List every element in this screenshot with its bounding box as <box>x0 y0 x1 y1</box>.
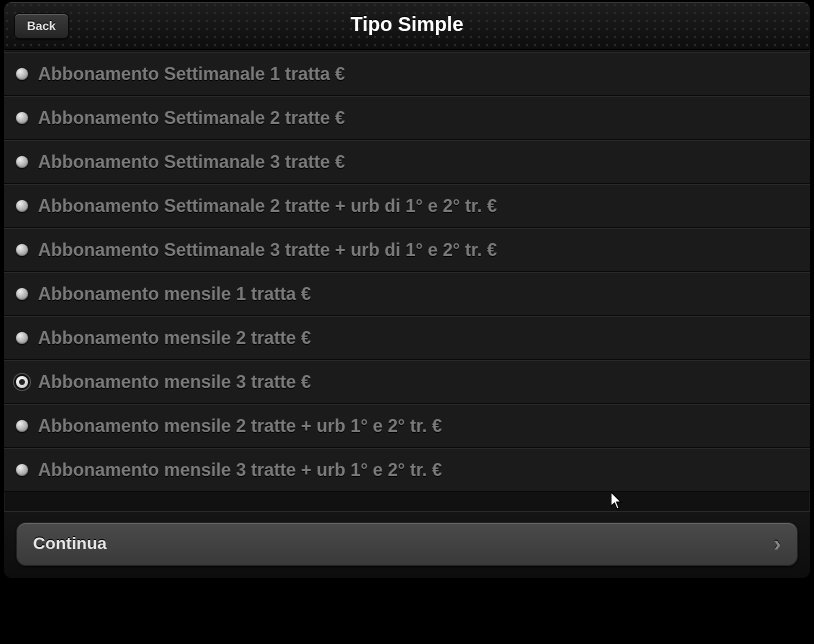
radio-icon <box>16 288 28 300</box>
option-label: Abbonamento Settimanale 3 tratte € <box>38 152 345 173</box>
footer-bar: Continua › <box>4 511 810 578</box>
chevron-right-icon: › <box>774 531 781 557</box>
header-bar: Back Tipo Simple <box>4 2 810 50</box>
option-row[interactable]: Abbonamento mensile 2 tratte € <box>4 316 810 360</box>
page-title: Tipo Simple <box>351 14 464 37</box>
back-button[interactable]: Back <box>14 13 69 39</box>
option-row[interactable]: Abbonamento Settimanale 3 tratte + urb d… <box>4 228 810 272</box>
option-label: Abbonamento mensile 1 tratta € <box>38 284 311 305</box>
option-label: Abbonamento mensile 3 tratte + urb 1° e … <box>38 460 442 481</box>
continue-button-label: Continua <box>33 534 107 554</box>
option-row[interactable]: Abbonamento mensile 3 tratte + urb 1° e … <box>4 448 810 492</box>
radio-icon <box>16 156 28 168</box>
option-label: Abbonamento Settimanale 2 tratte + urb d… <box>38 196 497 217</box>
option-label: Abbonamento mensile 2 tratte + urb 1° e … <box>38 416 442 437</box>
option-row[interactable]: Abbonamento Settimanale 1 tratta € <box>4 52 810 96</box>
option-row[interactable]: Abbonamento mensile 2 tratte + urb 1° e … <box>4 404 810 448</box>
radio-icon <box>16 420 28 432</box>
option-row[interactable]: Abbonamento Settimanale 2 tratte € <box>4 96 810 140</box>
radio-icon <box>16 244 28 256</box>
back-button-label: Back <box>27 19 56 33</box>
option-label: Abbonamento Settimanale 1 tratta € <box>38 64 345 85</box>
options-list: Abbonamento Settimanale 1 tratta € Abbon… <box>4 50 810 492</box>
radio-icon <box>16 112 28 124</box>
option-row[interactable]: Abbonamento Settimanale 3 tratte € <box>4 140 810 184</box>
radio-icon <box>16 200 28 212</box>
option-label: Abbonamento Settimanale 2 tratte € <box>38 108 345 129</box>
radio-icon <box>16 464 28 476</box>
app-window: Back Tipo Simple Abbonamento Settimanale… <box>4 2 810 578</box>
option-row[interactable]: Abbonamento mensile 3 tratte € <box>4 360 810 404</box>
continue-button[interactable]: Continua › <box>16 522 798 566</box>
radio-icon <box>16 376 28 388</box>
option-label: Abbonamento mensile 3 tratte € <box>38 372 311 393</box>
option-label: Abbonamento Settimanale 3 tratte + urb d… <box>38 240 497 261</box>
option-row[interactable]: Abbonamento Settimanale 2 tratte + urb d… <box>4 184 810 228</box>
option-label: Abbonamento mensile 2 tratte € <box>38 328 311 349</box>
radio-icon <box>16 68 28 80</box>
option-row[interactable]: Abbonamento mensile 1 tratta € <box>4 272 810 316</box>
radio-icon <box>16 332 28 344</box>
